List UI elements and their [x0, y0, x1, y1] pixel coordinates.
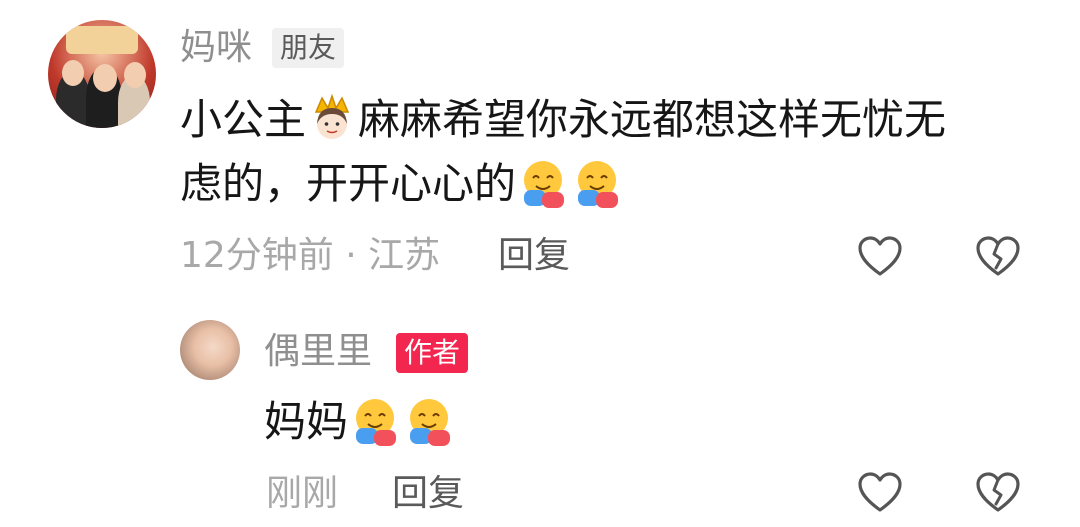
meta-separator: · [345, 235, 357, 276]
hugging-face-icon [356, 399, 397, 446]
reply-avatar[interactable] [180, 320, 240, 380]
avatar-banner [66, 26, 138, 54]
author-badge: 作者 [396, 333, 469, 373]
reply-reply-button[interactable]: 回复 [392, 476, 464, 512]
friend-badge: 朋友 [272, 28, 345, 68]
comment-text-line2: 虑的，开开心心的 [180, 159, 517, 208]
like-heart-icon[interactable] [856, 234, 904, 278]
comment-meta: 12分钟前 · 江苏 [180, 238, 440, 274]
avatar-face [93, 64, 117, 92]
reply-button[interactable]: 回复 [498, 238, 570, 274]
avatar-face [124, 62, 146, 88]
hugging-face-icon [578, 161, 619, 208]
dislike-broken-heart-icon[interactable] [974, 234, 1022, 278]
reply-text: 妈妈 [264, 390, 456, 454]
avatar[interactable] [48, 20, 156, 128]
dislike-broken-heart-icon[interactable] [974, 470, 1022, 514]
comment-time: 12分钟前 [180, 235, 334, 276]
comment-text: 小公主 麻麻希望你永远都想这样无忧无虑的，开开心心的 [180, 88, 1020, 216]
comment-location: 江苏 [368, 235, 441, 276]
comment-text-rest: 麻麻希望你永远都想这样无忧无 [358, 95, 947, 144]
reply-username[interactable]: 偶里里 [264, 334, 372, 370]
comment-text-start: 小公主 [180, 95, 307, 144]
comment-thread: 妈咪 朋友 小公主 麻麻希望你永远都想这样无忧无虑的，开开心心的 12分钟前 ·… [0, 0, 1080, 527]
comment-username[interactable]: 妈咪 [180, 30, 252, 66]
avatar-face [62, 60, 84, 86]
princess-crown-icon [314, 94, 350, 139]
reply-text-content: 妈妈 [264, 397, 349, 446]
like-heart-icon[interactable] [856, 470, 904, 514]
hugging-face-icon [524, 161, 565, 208]
reply-time: 刚刚 [266, 473, 339, 514]
hugging-face-icon [410, 399, 451, 446]
